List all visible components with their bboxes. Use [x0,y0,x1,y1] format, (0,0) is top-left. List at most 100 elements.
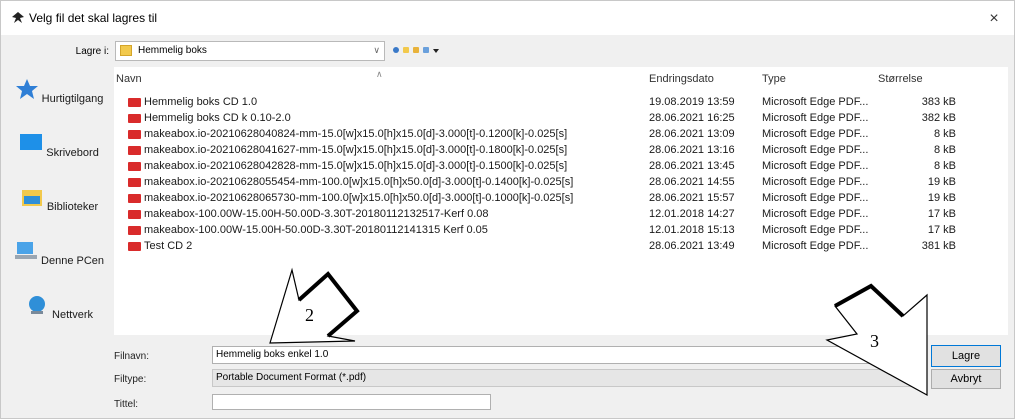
place-label: Skrivebord [46,147,99,159]
close-button[interactable]: × [984,9,1004,29]
callout-number-3: 3 [870,331,879,351]
place-label: Denne PCen [41,255,105,267]
lookin-value: Hemmelig boks [138,45,207,56]
column-header-size[interactable]: Størrelse [878,73,923,85]
filetype-select[interactable]: Portable Document Format (*.pdf) ∨ [212,369,925,387]
pdf-icon [128,242,141,251]
file-name: Hemmelig boks CD 1.0 [144,96,258,108]
file-size: 8 kB [933,144,956,156]
filename-input[interactable]: Hemmelig boks enkel 1.0 ∨ [212,346,925,364]
file-type: Microsoft Edge PDF... [762,160,869,172]
network-icon [28,296,45,314]
file-date: 28.06.2021 13:09 [649,128,735,140]
pdf-icon [128,146,141,155]
file-row[interactable]: makeabox-100.00W-15.00H-50.00D-3.30T-201… [114,223,1008,239]
title-input[interactable] [212,394,491,410]
file-date: 28.06.2021 13:16 [649,144,735,156]
file-name: makeabox.io-20210628041627-mm-15.0[w]x15… [144,144,568,156]
place-label: Nettverk [52,309,94,321]
file-name: makeabox.io-20210628065730-mm-100.0[w]x1… [144,192,574,204]
app-icon [12,12,24,23]
file-name: makeabox.io-20210628042828-mm-15.0[w]x15… [144,160,568,172]
window-title: Velg fil det skal lagres til [29,11,158,25]
place-libraries[interactable]: Biblioteker [9,187,109,213]
pdf-icon [128,130,141,139]
title-bar: Velg fil det skal lagres til × [1,1,1014,35]
chevron-down-icon[interactable]: ∨ [913,372,920,383]
up-folder-icon[interactable] [403,47,410,53]
pdf-icon [128,162,141,171]
filetype-value: Portable Document Format (*.pdf) [216,372,367,383]
file-row[interactable]: Test CD 2 28.06.2021 13:49 Microsoft Edg… [114,239,1008,255]
file-row[interactable]: makeabox.io-20210628065730-mm-100.0[w]x1… [114,191,1008,207]
column-header-date[interactable]: Endringsdato [649,73,714,85]
file-name: makeabox-100.00W-15.00H-50.00D-3.30T-201… [144,208,489,220]
file-row[interactable]: makeabox.io-20210628055454-mm-100.0[w]x1… [114,175,1008,191]
star-icon [15,79,38,99]
place-label: Hurtigtilgang [41,93,104,105]
file-type: Microsoft Edge PDF... [762,112,869,124]
column-header-type[interactable]: Type [762,73,786,85]
callout-number-2: 2 [305,305,314,325]
pdf-icon [128,210,141,219]
view-menu-icon[interactable] [423,47,430,53]
chevron-down-icon: ∨ [373,45,380,55]
place-this-pc[interactable]: Denne PCen [9,241,109,267]
file-size: 382 kB [921,112,956,124]
file-type: Microsoft Edge PDF... [762,96,869,108]
file-row[interactable]: Hemmelig boks CD k 0.10-2.0 28.06.2021 1… [114,111,1008,127]
places-bar: Hurtigtilgang Skrivebord Biblioteker Den… [9,71,109,341]
dropdown-arrow-icon[interactable] [433,49,440,53]
place-network[interactable]: Nettverk [9,295,109,321]
place-quick-access[interactable]: Hurtigtilgang [9,79,109,105]
file-row[interactable]: makeabox-100.00W-15.00H-50.00D-3.30T-201… [114,207,1008,223]
title-label: Tittel: [114,399,139,410]
file-date: 12.01.2018 15:13 [649,224,735,236]
file-row[interactable]: makeabox.io-20210628041627-mm-15.0[w]x15… [114,143,1008,159]
pdf-icon [128,98,141,107]
file-row[interactable]: Hemmelig boks CD 1.0 19.08.2019 13:59 Mi… [114,95,1008,111]
file-size: 381 kB [921,240,956,252]
sort-up-icon: ∧ [376,69,383,79]
file-size: 383 kB [921,96,956,108]
file-row[interactable]: makeabox.io-20210628042828-mm-15.0[w]x15… [114,159,1008,175]
file-size: 19 kB [927,192,956,204]
cancel-button[interactable]: Avbryt [931,369,1001,389]
file-list[interactable]: Navn ∧ Endringsdato Type Størrelse Hemme… [114,67,1008,335]
new-folder-icon[interactable] [413,47,420,53]
file-name: makeabox-100.00W-15.00H-50.00D-3.30T-201… [144,224,488,236]
filename-label: Filnavn: [114,351,150,362]
file-type: Microsoft Edge PDF... [762,128,869,140]
pdf-icon [128,178,141,187]
filetype-label: Filtype: [114,374,147,385]
file-row[interactable]: makeabox.io-20210628040824-mm-15.0[w]x15… [114,127,1008,143]
pdf-icon [128,114,141,123]
pdf-icon [128,194,141,203]
save-button[interactable]: Lagre [931,345,1001,367]
chevron-down-icon[interactable]: ∨ [913,349,920,360]
file-size: 17 kB [927,208,956,220]
file-size: 17 kB [927,224,956,236]
file-type: Microsoft Edge PDF... [762,208,869,220]
file-name: makeabox.io-20210628040824-mm-15.0[w]x15… [144,128,568,140]
file-date: 28.06.2021 16:25 [649,112,735,124]
pdf-icon [128,226,141,235]
file-date: 28.06.2021 15:57 [649,192,735,204]
file-date: 12.01.2018 14:27 [649,208,735,220]
file-size: 8 kB [933,128,956,140]
file-date: 28.06.2021 14:55 [649,176,735,188]
file-type: Microsoft Edge PDF... [762,240,869,252]
column-header-name[interactable]: Navn [116,73,142,85]
lookin-combo[interactable]: Hemmelig boks ∨ [115,41,385,61]
filename-value: Hemmelig boks enkel 1.0 [216,349,329,360]
lookin-label: Lagre i: [75,46,109,57]
place-desktop[interactable]: Skrivebord [9,133,109,159]
file-type: Microsoft Edge PDF... [762,176,869,188]
back-icon[interactable] [393,47,399,53]
file-name: Test CD 2 [144,240,193,252]
file-size: 8 kB [933,160,956,172]
file-type: Microsoft Edge PDF... [762,224,869,236]
file-size: 19 kB [927,176,956,188]
file-type: Microsoft Edge PDF... [762,192,869,204]
file-name: Hemmelig boks CD k 0.10-2.0 [144,112,291,124]
